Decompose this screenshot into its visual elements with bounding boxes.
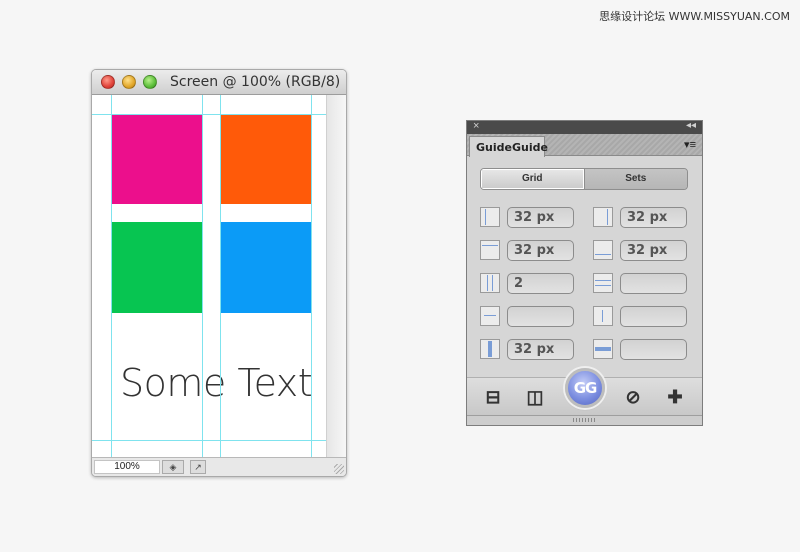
column-gutter-icon [480,339,500,359]
top-margin-icon [480,240,500,260]
vertical-midpoint-icon[interactable]: ◫ [525,387,545,407]
gg-apply-button[interactable]: GG [565,368,605,408]
document-canvas[interactable]: Some Text [92,95,328,459]
panel-menu-icon[interactable]: ▾≡ [684,138,696,151]
row-height-field[interactable] [620,306,687,327]
panel-resize-grip-icon[interactable] [573,418,597,422]
panel-close-icon[interactable]: × [473,120,479,132]
add-guides-icon[interactable]: ✚ [665,387,685,407]
zoom-level-field[interactable]: 100% [94,460,160,474]
bottom-margin-field[interactable]: 32 px [620,240,687,261]
left-margin-icon [480,207,500,227]
blue-square [220,222,311,313]
horizontal-midpoint-icon[interactable]: ⊟ [483,387,503,407]
minimize-window-button[interactable] [122,75,136,89]
document-title: Screen @ 100% (RGB/8) [170,74,341,90]
top-margin-field[interactable]: 32 px [507,240,574,261]
panel-footer [467,415,702,425]
resize-grip-icon[interactable] [334,464,344,474]
grid-sets-toggle: Grid Sets [480,168,688,190]
vertical-scrollbar[interactable] [326,95,346,459]
green-square [111,222,202,313]
magenta-square [111,114,202,204]
sets-tab-button[interactable]: Sets [583,169,687,189]
grid-tab-button[interactable]: Grid [481,169,584,189]
panel-collapse-icon[interactable]: ◂◂ [686,120,696,131]
close-window-button[interactable] [101,75,115,89]
row-height-icon [593,306,613,326]
column-width-field[interactable] [507,306,574,327]
row-gutter-field[interactable] [620,339,687,360]
canvas-text: Some Text [120,361,313,405]
row-gutter-icon [593,339,613,359]
status-info-button[interactable]: ◈ [162,460,184,474]
document-titlebar[interactable]: Screen @ 100% (RGB/8) [92,70,346,95]
guide-horizontal [92,440,328,441]
bottom-margin-icon [593,240,613,260]
panel-topbar[interactable]: × ◂◂ [467,120,702,134]
column-width-icon [480,306,500,326]
share-icon[interactable]: ↗ [190,460,206,474]
guide-vertical [111,95,112,459]
columns-icon [480,273,500,293]
watermark-text: 思缘设计论坛 WWW.MISSYUAN.COM [599,10,790,23]
document-status-bar: 100% ◈ ↗ [92,457,346,476]
guideguide-panel: × ◂◂ GuideGuide ▾≡ Grid Sets 32 px 32 px… [466,120,703,426]
guide-vertical [311,95,312,459]
document-window: Screen @ 100% (RGB/8) Some Text 100% ◈ ↗ [91,69,347,477]
rows-field[interactable] [620,273,687,294]
zoom-window-button[interactable] [143,75,157,89]
right-margin-field[interactable]: 32 px [620,207,687,228]
column-gutter-field[interactable]: 32 px [507,339,574,360]
guide-vertical [220,95,221,459]
left-margin-field[interactable]: 32 px [507,207,574,228]
columns-field[interactable]: 2 [507,273,574,294]
tab-guideguide[interactable]: GuideGuide [469,136,548,157]
right-margin-icon [593,207,613,227]
guide-horizontal [92,114,328,115]
orange-square [220,114,311,204]
panel-tab-row: GuideGuide ▾≡ [467,134,702,157]
rows-icon [593,273,613,293]
guide-vertical [202,95,203,459]
clear-guides-icon[interactable]: ⊘ [623,387,643,407]
